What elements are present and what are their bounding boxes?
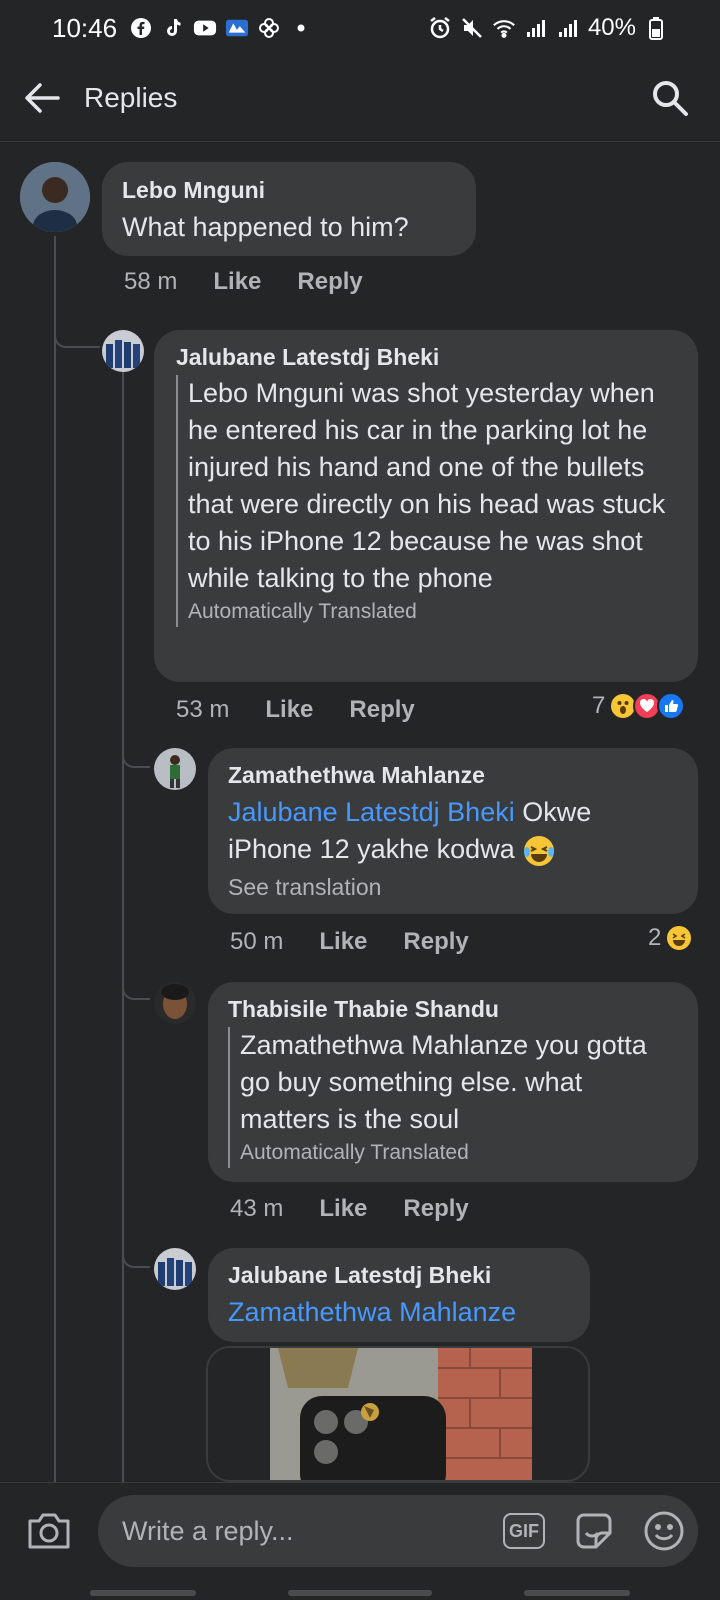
translated-comment: Lebo Mnguni was shot yesterday when he e… <box>176 375 684 627</box>
mute-icon <box>460 16 484 40</box>
avatar-jalubane-bheki[interactable] <box>102 330 144 372</box>
reaction-summary[interactable]: 7 <box>592 692 686 720</box>
thread-line-main <box>54 236 56 1482</box>
alarm-icon <box>428 16 452 40</box>
comment-author[interactable]: Lebo Mnguni <box>122 177 265 204</box>
comment-author[interactable]: Thabisile Thabie Shandu <box>228 996 499 1023</box>
reply-button[interactable]: Reply <box>297 268 362 296</box>
mention-link[interactable]: Jalubane Latestdj Bheki <box>228 797 515 827</box>
gesture-hint <box>90 1590 196 1596</box>
gesture-hint <box>288 1590 432 1596</box>
comment-actions: 50 m Like Reply <box>230 928 505 956</box>
reply-composer: GIF <box>0 1482 720 1582</box>
app-header: Replies <box>0 60 720 142</box>
reply-button[interactable]: Reply <box>403 1195 468 1223</box>
like-button[interactable]: Like <box>319 1195 367 1223</box>
battery-percent: 40% <box>587 14 636 41</box>
wifi-icon <box>492 16 516 40</box>
gesture-hint <box>524 1590 630 1596</box>
battery-icon <box>644 16 668 40</box>
avatar-thabisile-shandu[interactable] <box>154 982 196 1024</box>
pinwheel-notification-icon <box>257 16 281 40</box>
tiktok-notification-icon <box>161 16 185 40</box>
back-arrow-icon[interactable] <box>22 78 62 118</box>
reply-button[interactable]: Reply <box>349 696 414 724</box>
comment-text: What happened to him? <box>122 212 409 242</box>
comment-photo-attachment[interactable] <box>206 1346 590 1482</box>
like-button[interactable]: Like <box>319 928 367 956</box>
comment-time: 53 m <box>176 696 230 723</box>
more-notifications-dot-icon <box>289 16 313 40</box>
comment-author[interactable]: Jalubane Latestdj Bheki <box>176 344 439 371</box>
see-translation-link[interactable]: See translation <box>228 874 381 901</box>
status-time: 10:46 <box>52 12 118 43</box>
avatar-jalubane-bheki[interactable] <box>154 1248 196 1290</box>
comment-actions: 43 m Like Reply <box>230 1195 505 1223</box>
comment-time: 50 m <box>230 928 284 955</box>
signal-icon-1 <box>524 16 548 40</box>
comment-time: 58 m <box>124 268 178 295</box>
thread-connector <box>122 1240 150 1268</box>
like-reaction-icon <box>657 692 686 720</box>
translated-comment: Zamathethwa Mahlanze you gotta go buy so… <box>228 1027 658 1168</box>
reaction-summary[interactable]: 2 <box>648 924 694 952</box>
news-app-notification-icon <box>225 16 249 40</box>
like-button[interactable]: Like <box>265 696 313 724</box>
comment-text: Jalubane Latestdj Bheki Okwe iPhone 12 y… <box>228 794 668 868</box>
comment-actions: 53 m Like Reply <box>176 696 451 724</box>
like-button[interactable]: Like <box>213 268 261 296</box>
auto-translated-label: Automatically Translated <box>240 1141 469 1164</box>
reaction-count: 7 <box>592 692 606 719</box>
page-title: Replies <box>84 82 178 113</box>
comment-author[interactable]: Zamathethwa Mahlanze <box>228 762 485 789</box>
status-bar: 10:46 40% <box>0 0 720 56</box>
avatar-lebo-mnguni[interactable] <box>20 162 90 232</box>
sticker-icon[interactable] <box>572 1509 616 1553</box>
avatar-zamathethwa-mahlanze[interactable] <box>154 748 196 790</box>
camera-icon[interactable] <box>26 1511 72 1551</box>
comment-text: Lebo Mnguni was shot yesterday when he e… <box>188 378 666 593</box>
laughing-tears-emoji-icon <box>522 834 556 868</box>
haha-reaction-icon <box>665 924 694 952</box>
facebook-notification-icon <box>129 16 153 40</box>
comment-actions: 58 m Like Reply <box>124 268 399 296</box>
search-icon[interactable] <box>650 78 690 118</box>
thread-connector <box>54 320 100 348</box>
signal-icon-2 <box>556 16 580 40</box>
emoji-icon[interactable] <box>642 1509 686 1553</box>
thread-line-nested <box>122 366 124 1482</box>
auto-translated-label: Automatically Translated <box>188 600 417 623</box>
thread-connector <box>122 740 150 768</box>
thread-connector <box>122 972 150 1000</box>
comment-author[interactable]: Jalubane Latestdj Bheki <box>228 1262 491 1289</box>
gif-button[interactable]: GIF <box>503 1513 545 1549</box>
reply-button[interactable]: Reply <box>403 928 468 956</box>
mention-link[interactable]: Zamathethwa Mahlanze <box>228 1294 516 1331</box>
youtube-notification-icon <box>193 16 217 40</box>
comment-text: Zamathethwa Mahlanze you gotta go buy so… <box>240 1030 647 1134</box>
reaction-count: 2 <box>648 924 662 951</box>
comment-time: 43 m <box>230 1195 284 1222</box>
